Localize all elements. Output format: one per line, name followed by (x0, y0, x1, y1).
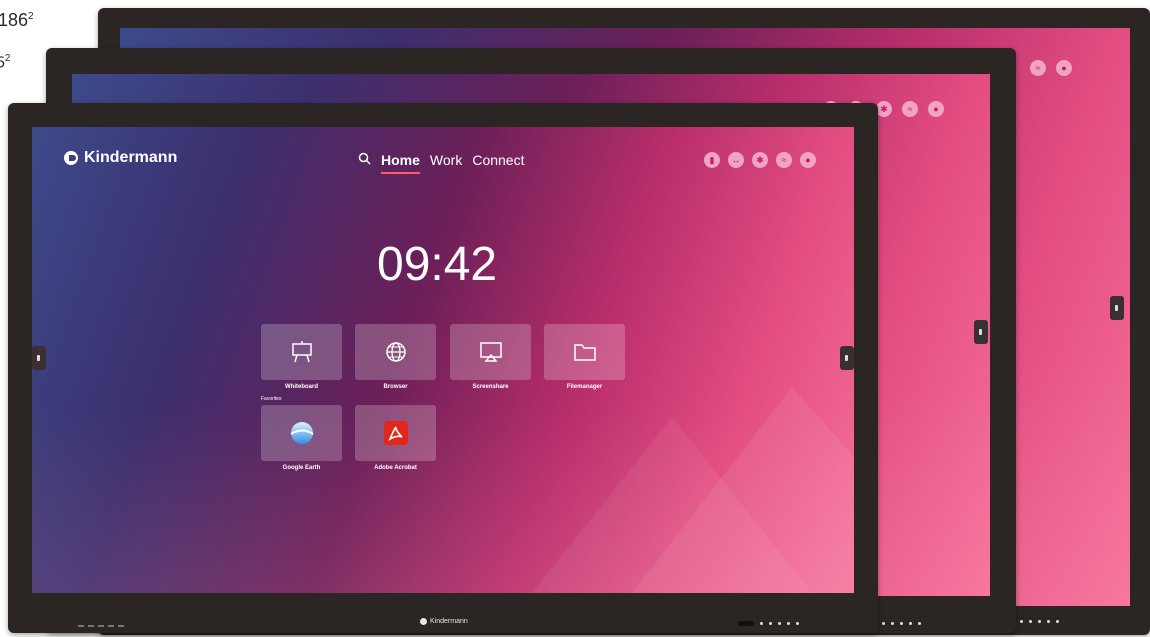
front-buttons (738, 621, 799, 626)
size-label-second: 52 (0, 53, 11, 72)
app-whiteboard-label: Whiteboard (285, 384, 318, 390)
app-adobe-acrobat-label: Adobe Acrobat (374, 465, 417, 471)
app-google-earth[interactable] (261, 405, 342, 461)
hotspot-icon: ● (928, 101, 944, 117)
side-handle-right[interactable] (1110, 296, 1124, 320)
usb-icon[interactable]: ▮ (704, 152, 720, 168)
display-front: Kindermann Home Work Connect ▮ ↔ ✱ ≈ ● 0… (8, 103, 878, 633)
top-nav: Home Work Connect (358, 152, 524, 174)
bluetooth-icon: ✱ (876, 101, 892, 117)
app-screenshare-label: Screenshare (472, 384, 509, 390)
favorites-label: Favorites (261, 396, 282, 402)
side-handle-right[interactable] (974, 320, 988, 344)
adobe-acrobat-icon (383, 421, 408, 445)
nav-home[interactable]: Home (381, 152, 420, 174)
wifi-icon: ≈ (1030, 60, 1046, 76)
front-buttons (882, 622, 921, 625)
side-handle-right[interactable] (840, 346, 854, 370)
background-chevrons (532, 387, 854, 593)
whiteboard-icon (291, 341, 312, 363)
google-earth-icon (289, 422, 314, 444)
brand-name: Kindermann (84, 149, 178, 166)
bezel-logo-icon (420, 618, 427, 625)
app-google-earth-label: Google Earth (282, 465, 321, 471)
sensor-bar (738, 621, 754, 626)
bezel-brand-name: Kindermann (430, 618, 468, 625)
app-filemanager[interactable] (544, 324, 625, 380)
app-whiteboard[interactable] (261, 324, 342, 380)
front-ports (78, 625, 124, 627)
input-icon[interactable]: ↔ (728, 152, 744, 168)
display-front-screen: Kindermann Home Work Connect ▮ ↔ ✱ ≈ ● 0… (32, 127, 854, 593)
app-adobe-acrobat[interactable] (355, 405, 436, 461)
screenshare-icon (479, 342, 502, 362)
app-browser-label: Browser (383, 384, 408, 390)
app-filemanager-label: Filemanager (566, 384, 603, 390)
brand-logo: Kindermann (64, 149, 177, 167)
bezel-brand: Kindermann (420, 618, 468, 625)
nav-connect[interactable]: Connect (472, 152, 524, 168)
size-label-top: 1862 (0, 10, 34, 30)
clock: 09:42 (377, 238, 498, 291)
app-browser[interactable] (355, 324, 436, 380)
hotspot-icon: ● (1056, 60, 1072, 76)
side-handle-left[interactable] (32, 346, 46, 370)
hotspot-icon[interactable]: ● (800, 152, 816, 168)
nav-work[interactable]: Work (430, 152, 462, 168)
app-screenshare[interactable] (450, 324, 531, 380)
wifi-icon: ≈ (902, 101, 918, 117)
globe-icon (385, 342, 406, 362)
search-icon[interactable] (358, 152, 371, 168)
front-buttons (1020, 620, 1059, 623)
wifi-icon[interactable]: ≈ (776, 152, 792, 168)
bluetooth-icon[interactable]: ✱ (752, 152, 768, 168)
kindermann-logo-icon (64, 151, 78, 165)
folder-icon (573, 344, 596, 361)
